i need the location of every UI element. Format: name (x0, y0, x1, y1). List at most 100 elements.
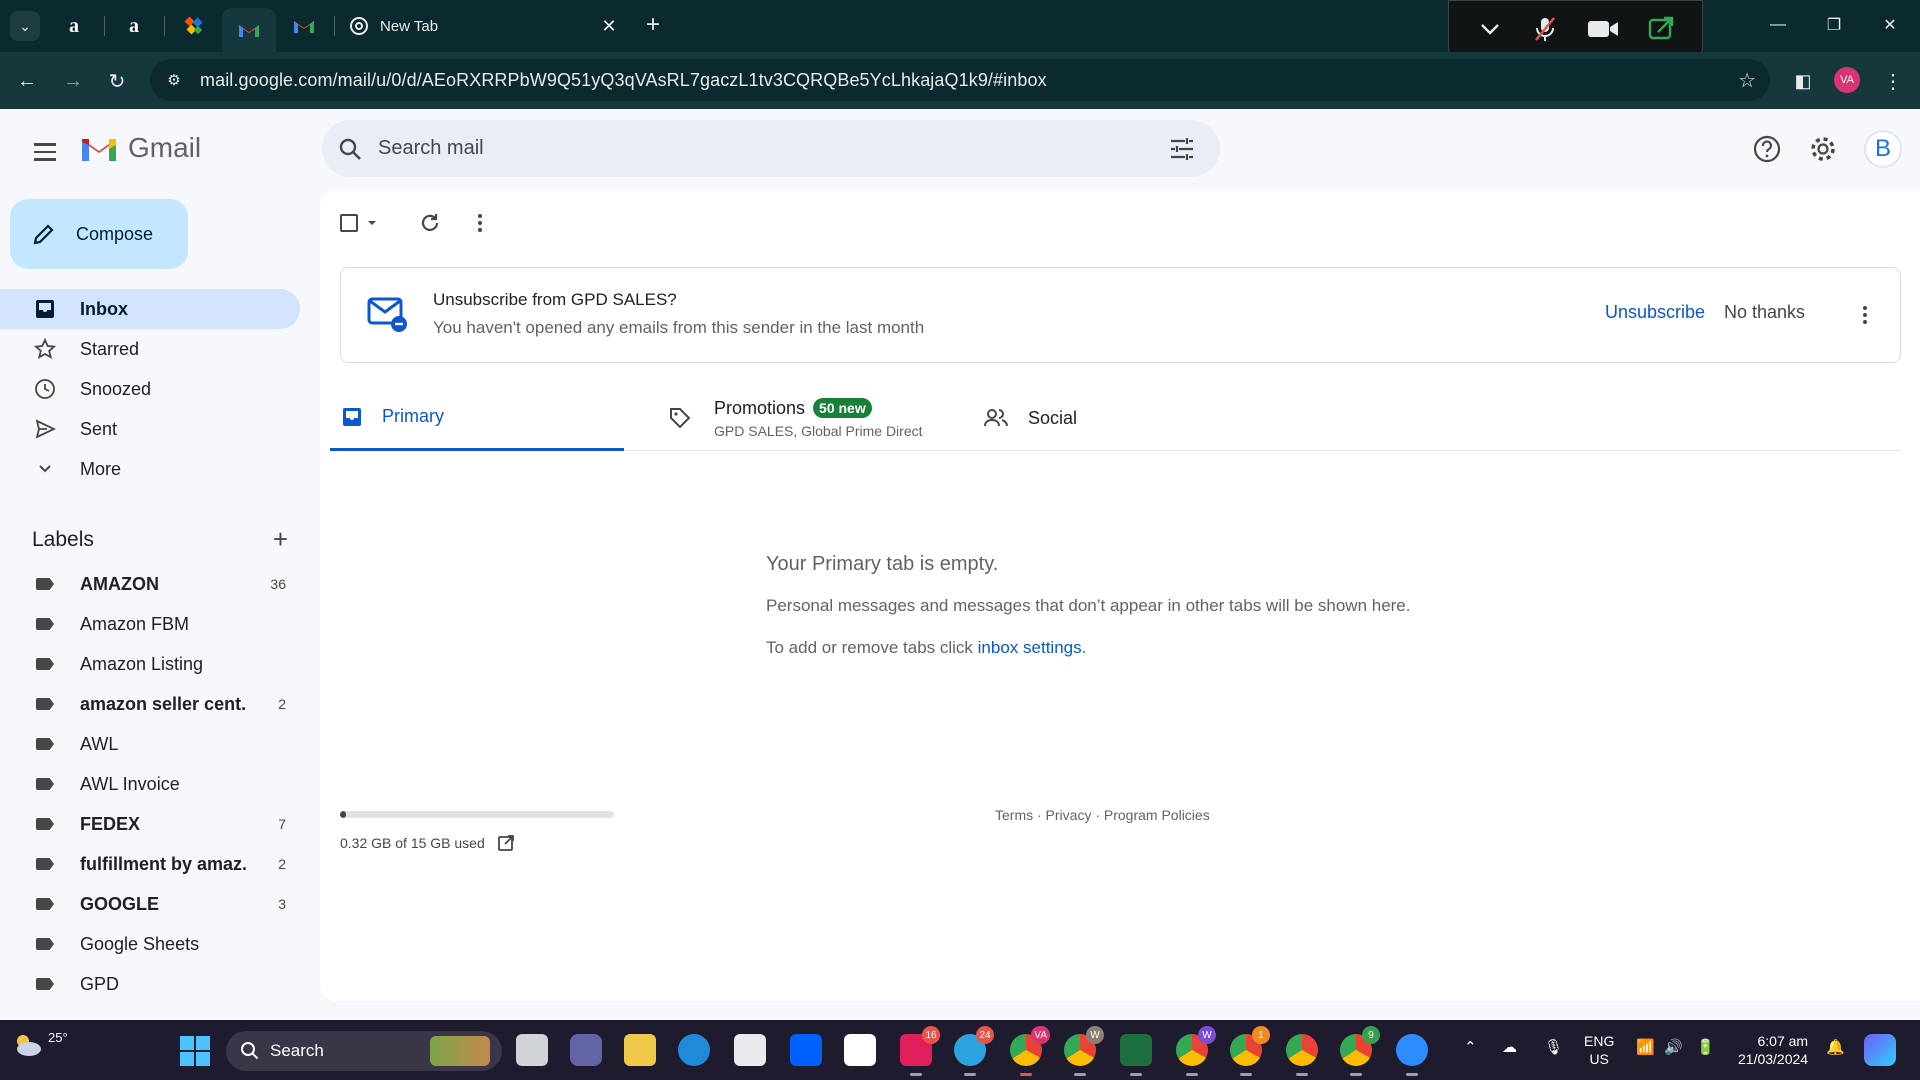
more-options-icon[interactable] (464, 207, 496, 239)
dropbox-icon[interactable] (790, 1034, 822, 1066)
onedrive-error-icon[interactable]: ☁ (1502, 1038, 1517, 1056)
tab-zapier[interactable] (168, 8, 220, 44)
label-item[interactable]: Amazon Listing (0, 644, 300, 684)
microsoft-store-icon[interactable] (734, 1034, 766, 1066)
tray-chevron-up-icon[interactable]: ⌃ (1464, 1038, 1477, 1056)
close-tab-icon[interactable]: ✕ (598, 16, 620, 37)
battery-icon[interactable]: 🔋 (1696, 1038, 1715, 1056)
profile-badge: W (1086, 1026, 1104, 1044)
label-item[interactable]: Amazon FBM (0, 604, 300, 644)
label-item[interactable]: AWL (0, 724, 300, 764)
inbox-settings-link[interactable]: inbox settings (978, 638, 1082, 657)
main-menu-icon[interactable] (28, 135, 62, 169)
tab-amazon-2[interactable]: a (108, 8, 160, 44)
forward-arrow-icon[interactable]: → (58, 66, 88, 96)
camera-icon[interactable] (1587, 17, 1619, 41)
label-item[interactable]: AWL Invoice (0, 764, 300, 804)
sidebar-item-inbox[interactable]: Inbox (0, 289, 300, 329)
tab-promotions-label: Promotions (714, 397, 806, 418)
footer-links[interactable]: Terms · Privacy · Program Policies (995, 807, 1210, 823)
file-explorer-icon[interactable] (624, 1034, 656, 1066)
chevron-down-icon[interactable] (1477, 16, 1503, 42)
unsubscribe-button[interactable]: Unsubscribe (1605, 302, 1705, 323)
address-bar[interactable]: ⚙ mail.google.com/mail/u/0/d/AEoRXRRPbW9… (150, 59, 1770, 101)
amazon-app-icon[interactable] (844, 1034, 876, 1066)
weather-widget[interactable]: 25° (12, 1030, 68, 1058)
sidebar-item-snoozed[interactable]: Snoozed (0, 369, 300, 409)
reload-icon[interactable]: ↻ (102, 66, 132, 96)
tab-gmail-2[interactable] (278, 8, 330, 44)
telegram-icon[interactable]: 24 (954, 1026, 994, 1076)
sidebar-item-starred[interactable]: Starred (0, 329, 300, 369)
settings-gear-icon[interactable] (1806, 132, 1840, 166)
windows-start-icon[interactable] (180, 1036, 210, 1066)
tab-promotions[interactable]: Promotions 50 new GPD SALES, Global Prim… (656, 385, 946, 451)
label-item[interactable]: fulfillment by amaz... 2 (0, 844, 300, 884)
compose-label: Compose (76, 223, 154, 244)
help-icon[interactable] (1750, 132, 1784, 166)
restore-window-icon[interactable]: ❐ (1814, 10, 1854, 40)
taskbar-search[interactable]: Search (226, 1031, 502, 1071)
share-screen-icon[interactable] (1648, 16, 1674, 42)
tab-new-tab[interactable]: New Tab ✕ (336, 8, 626, 44)
wifi-icon[interactable]: 📶 (1636, 1038, 1655, 1056)
slack-icon[interactable]: 16 (900, 1026, 940, 1076)
tab-amazon-1[interactable]: a (48, 8, 100, 44)
search-bar[interactable]: Search mail (322, 120, 1220, 177)
label-item[interactable]: Google Sheets (0, 924, 300, 964)
microphone-icon[interactable]: 🎙 (1544, 1038, 1563, 1056)
notification-bell-icon[interactable]: 🔔 (1826, 1038, 1845, 1056)
tab-gmail-active[interactable] (222, 8, 276, 52)
sidebar-item-more[interactable]: More (0, 449, 300, 489)
sidebar-item-sent[interactable]: Sent (0, 409, 300, 449)
back-arrow-icon[interactable]: ← (12, 66, 42, 96)
close-window-icon[interactable]: ✕ (1870, 10, 1910, 40)
storage-bar (340, 811, 614, 818)
lang-top: ENG (1584, 1033, 1615, 1049)
compose-button[interactable]: Compose (10, 199, 188, 269)
volume-icon[interactable]: 🔊 (1664, 1038, 1683, 1056)
no-thanks-button[interactable]: No thanks (1724, 302, 1805, 323)
edge-browser-icon[interactable] (678, 1034, 710, 1066)
search-options-icon[interactable] (1154, 137, 1210, 161)
tab-primary[interactable]: Primary (330, 385, 624, 451)
mic-muted-icon[interactable] (1532, 15, 1558, 43)
label-item[interactable]: FEDEX 7 (0, 804, 300, 844)
task-view-icon[interactable] (516, 1034, 548, 1066)
banner-more-icon[interactable] (1853, 300, 1877, 330)
chrome-profile-purple-icon[interactable] (1286, 1034, 1318, 1076)
tab-social[interactable]: Social (978, 385, 1077, 451)
zoom-icon[interactable] (1396, 1034, 1428, 1076)
gmail-logo[interactable]: Gmail (80, 132, 201, 164)
browser-tab-bar: ⌄ a a New Tab ✕ + — ❐ ✕ (0, 0, 1920, 58)
browser-menu-icon[interactable]: ⋮ (1878, 66, 1908, 96)
label-item[interactable]: AMAZON 36 (0, 564, 300, 604)
copilot-icon[interactable] (1864, 1034, 1896, 1066)
label-item[interactable]: GPD (0, 964, 300, 1004)
search-input[interactable]: Search mail (378, 137, 1154, 160)
site-info-icon[interactable]: ⚙ (154, 71, 194, 89)
refresh-icon[interactable] (414, 207, 446, 239)
system-clock[interactable]: 6:07 am 21/03/2024 (1738, 1032, 1808, 1068)
chrome-profile-green-icon[interactable]: 9 (1340, 1026, 1380, 1076)
side-panel-icon[interactable]: ◧ (1788, 66, 1818, 96)
search-icon[interactable] (322, 137, 378, 161)
select-all-checkbox[interactable] (340, 214, 380, 232)
label-item[interactable]: amazon seller cent... 2 (0, 684, 300, 724)
chrome-profile-orange-icon[interactable]: 1 (1230, 1026, 1270, 1076)
new-tab-plus-icon[interactable]: + (640, 12, 666, 38)
bookmark-star-icon[interactable]: ☆ (1738, 68, 1756, 93)
add-label-plus-icon[interactable]: + (273, 524, 288, 555)
chrome-profile-w-icon[interactable]: W (1064, 1026, 1104, 1076)
input-language[interactable]: ENG US (1584, 1032, 1614, 1068)
excel-icon[interactable] (1120, 1034, 1152, 1076)
teams-chat-icon[interactable] (570, 1034, 602, 1066)
label-item[interactable]: GOOGLE 3 (0, 884, 300, 924)
minimize-window-icon[interactable]: — (1758, 10, 1798, 40)
account-avatar[interactable]: B (1864, 130, 1902, 168)
chrome-profile-w2-icon[interactable]: W (1176, 1026, 1216, 1076)
browser-profile-avatar[interactable]: VA (1834, 67, 1860, 93)
open-external-icon[interactable] (497, 834, 515, 852)
chrome-profile-va-icon[interactable]: VA (1010, 1026, 1050, 1076)
tab-search-dropdown-icon[interactable]: ⌄ (10, 11, 40, 41)
